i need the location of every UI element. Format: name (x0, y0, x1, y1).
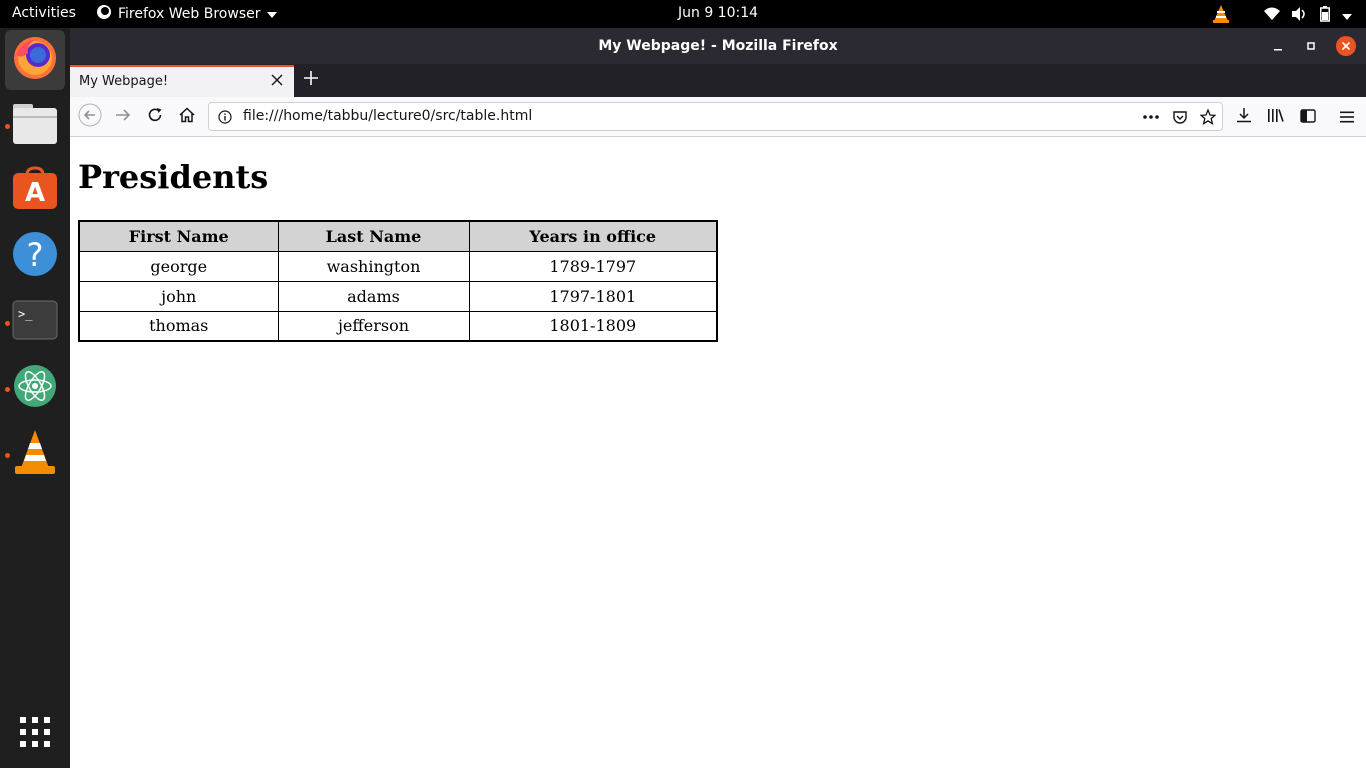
activities-button[interactable]: Activities (12, 5, 76, 21)
tab-strip: My Webpage! (70, 64, 1366, 97)
column-header: First Name (78, 220, 279, 252)
firefox-window: My Webpage! - Mozilla Firefox My Webpage… (70, 28, 1366, 768)
library-button[interactable] (1264, 105, 1288, 129)
dock: A ? >_ (0, 28, 70, 768)
app-grid-icon (19, 716, 51, 752)
table-cell: thomas (78, 310, 279, 342)
svg-text:>_: >_ (18, 307, 33, 321)
page-content: Presidents First Name Last Name Years in… (70, 138, 1366, 768)
library-icon (1267, 107, 1285, 127)
home-icon (179, 107, 195, 127)
window-titlebar[interactable]: My Webpage! - Mozilla Firefox (70, 28, 1366, 64)
presidents-table: First Name Last Name Years in office geo… (78, 220, 718, 342)
vlc-icon (13, 428, 57, 480)
maximize-button[interactable] (1301, 36, 1321, 56)
dock-help[interactable]: ? (5, 226, 65, 286)
dock-terminal[interactable]: >_ (5, 292, 65, 352)
back-arrow-icon (78, 103, 102, 131)
dock-files[interactable] (5, 96, 65, 156)
close-icon (271, 74, 283, 90)
window-title: My Webpage! - Mozilla Firefox (598, 38, 838, 54)
dock-atom[interactable] (5, 358, 65, 418)
dock-software-center[interactable]: A (5, 160, 65, 220)
home-button[interactable] (175, 105, 199, 129)
system-tray[interactable] (1212, 4, 1352, 28)
navigation-toolbar: file:///home/tabbu/lecture0/src/table.ht… (70, 97, 1366, 137)
sidebar-icon (1300, 108, 1316, 127)
wifi-icon (1264, 7, 1280, 25)
atom-icon (13, 364, 57, 412)
table-cell: jefferson (277, 310, 470, 342)
svg-text:A: A (25, 178, 45, 208)
software-center-icon: A (12, 165, 58, 215)
table-cell: john (78, 280, 279, 312)
open-menu-button[interactable] (1335, 105, 1359, 129)
url-text[interactable]: file:///home/tabbu/lecture0/src/table.ht… (243, 108, 532, 124)
volume-icon (1292, 7, 1308, 25)
firefox-icon (12, 35, 58, 85)
dock-firefox[interactable] (5, 30, 65, 90)
download-icon (1236, 107, 1252, 127)
reload-button[interactable] (143, 105, 167, 129)
hamburger-menu-icon (1340, 108, 1354, 127)
minimize-button[interactable] (1268, 36, 1288, 56)
app-menu[interactable]: Firefox Web Browser (96, 4, 277, 24)
app-menu-label: Firefox Web Browser (118, 6, 261, 22)
close-window-button[interactable] (1336, 36, 1356, 56)
site-info-icon[interactable] (217, 109, 233, 125)
tab-label: My Webpage! (79, 74, 169, 89)
terminal-icon: >_ (12, 300, 58, 344)
clock[interactable]: Jun 9 10:14 (678, 5, 758, 21)
table-row: thomas jefferson 1801-1809 (78, 310, 718, 342)
back-button[interactable] (78, 103, 102, 131)
help-icon: ? (12, 231, 58, 281)
pocket-icon[interactable] (1171, 108, 1189, 126)
battery-icon (1320, 6, 1330, 26)
reload-icon (147, 107, 163, 127)
table-cell: george (78, 250, 279, 282)
forward-arrow-icon (114, 106, 132, 128)
downloads-button[interactable] (1232, 105, 1256, 129)
show-applications-button[interactable] (5, 704, 65, 764)
files-icon (11, 102, 59, 150)
page-actions-icon[interactable] (1142, 108, 1160, 126)
vlc-tray-icon[interactable] (1212, 4, 1230, 28)
bookmark-star-icon[interactable] (1199, 108, 1217, 126)
svg-text:?: ? (27, 236, 44, 274)
table-cell: adams (277, 280, 470, 312)
table-row: george washington 1789-1797 (78, 250, 718, 282)
table-cell: washington (277, 250, 470, 282)
chevron-down-icon (266, 6, 277, 22)
table-cell: 1797-1801 (468, 280, 718, 312)
forward-button[interactable] (111, 105, 135, 129)
new-tab-button[interactable] (301, 70, 321, 90)
tab-my-webpage[interactable]: My Webpage! (70, 65, 294, 97)
page-heading: Presidents (78, 158, 269, 196)
table-row: john adams 1797-1801 (78, 280, 718, 312)
table-cell: 1789-1797 (468, 250, 718, 282)
chevron-down-icon (1342, 8, 1352, 24)
plus-icon (303, 70, 319, 90)
firefox-small-icon (96, 4, 112, 24)
dock-vlc[interactable] (5, 424, 65, 484)
close-tab-button[interactable] (268, 73, 286, 91)
table-header-row: First Name Last Name Years in office (78, 220, 718, 252)
sidebar-button[interactable] (1296, 105, 1320, 129)
gnome-top-bar: Activities Firefox Web Browser Jun 9 10:… (0, 0, 1366, 28)
url-bar[interactable]: file:///home/tabbu/lecture0/src/table.ht… (208, 102, 1223, 131)
column-header: Last Name (277, 220, 470, 252)
column-header: Years in office (468, 220, 718, 252)
table-cell: 1801-1809 (468, 310, 718, 342)
